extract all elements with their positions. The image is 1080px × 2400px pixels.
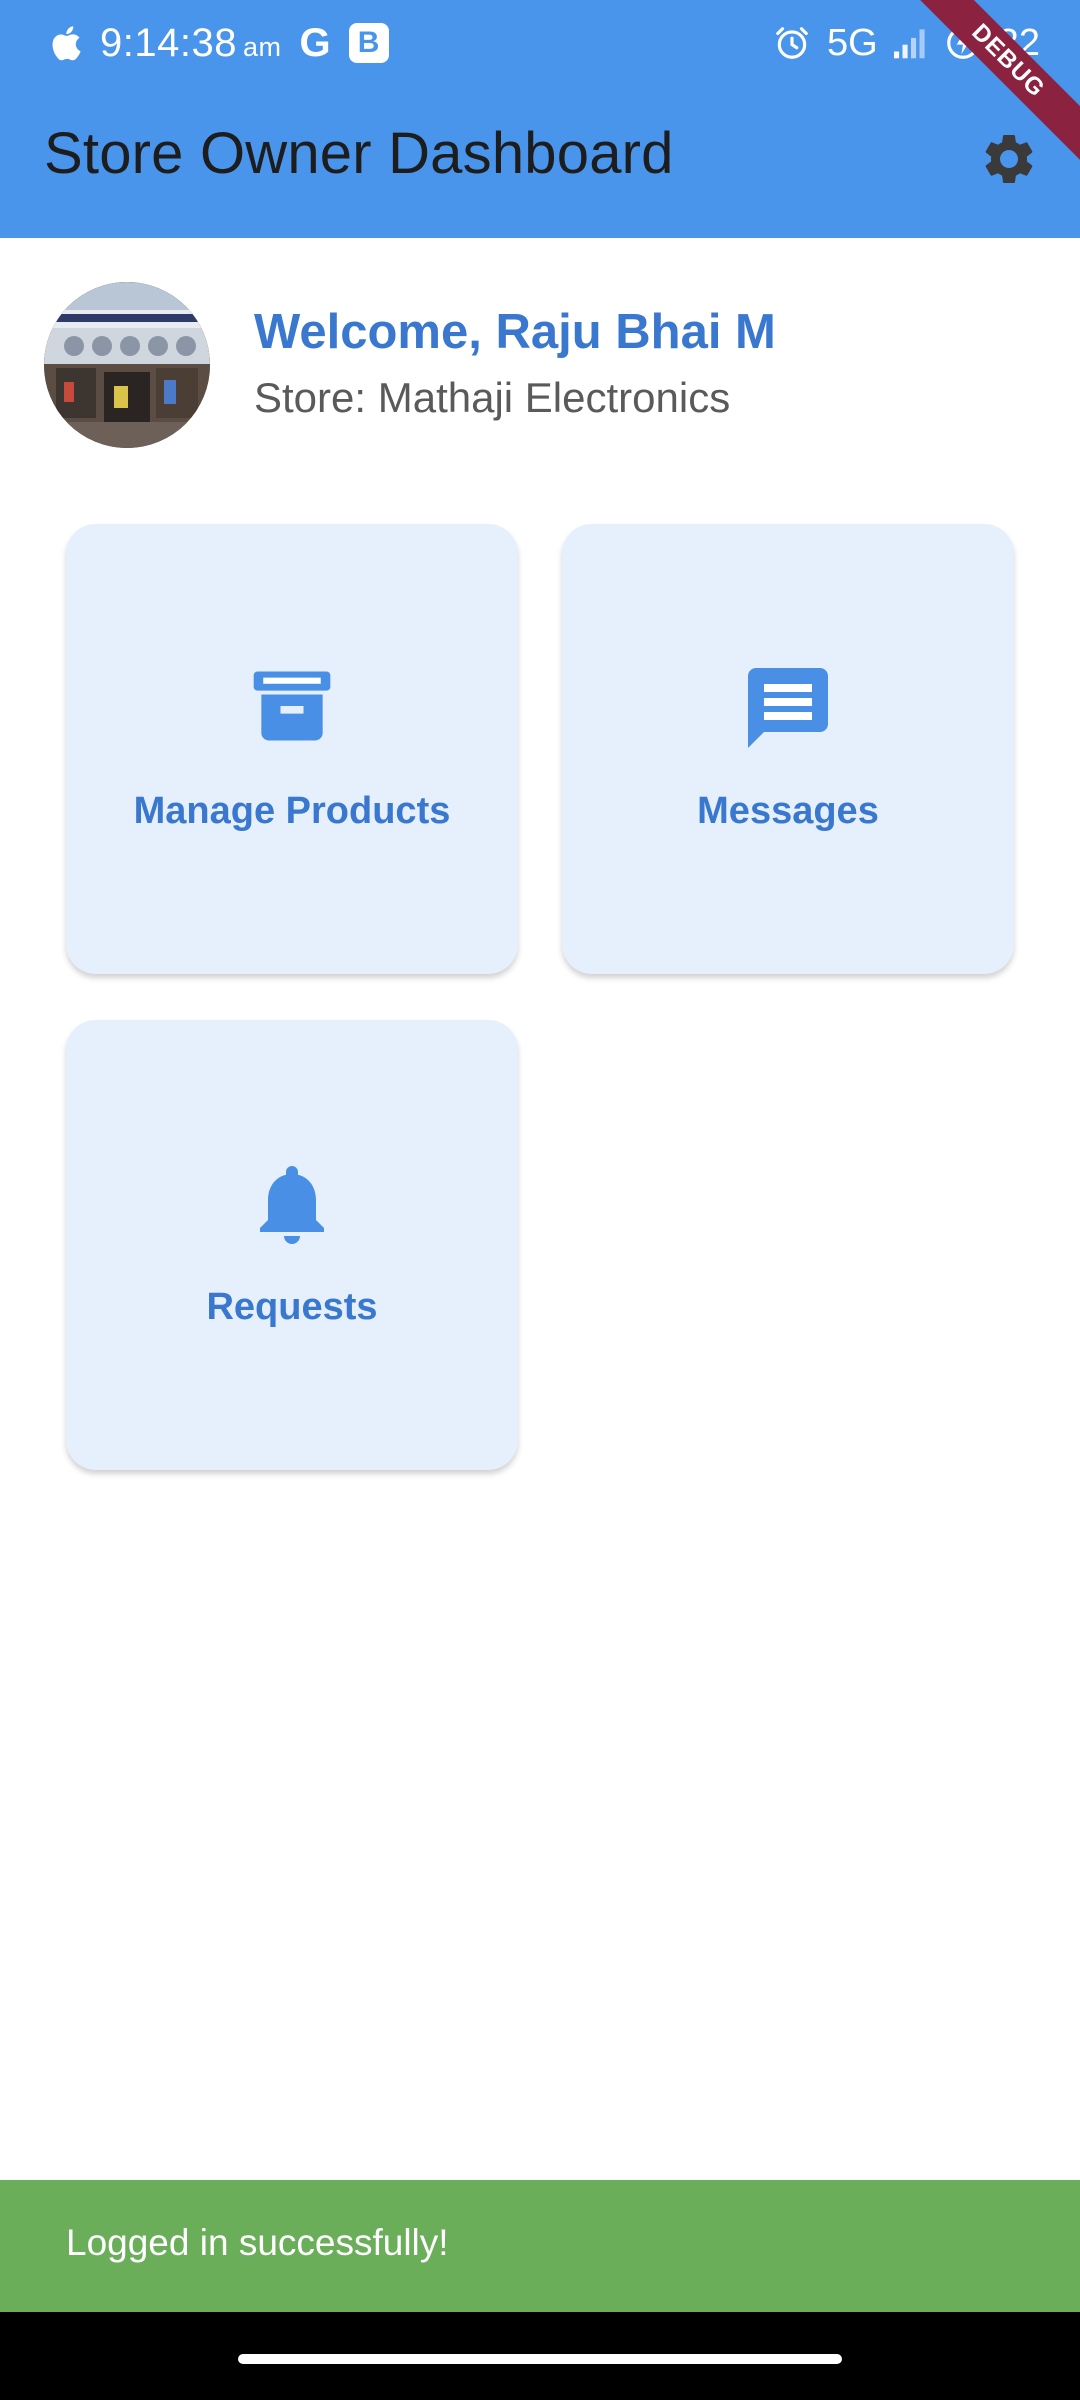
battery-saver-icon [944, 24, 982, 62]
apple-icon [48, 23, 82, 63]
tile-label: Messages [697, 790, 879, 832]
message-icon [748, 668, 828, 748]
requests-tile[interactable]: Requests [66, 1020, 518, 1470]
network-type: 5G [827, 21, 878, 64]
screen: 9:14:38 am G B 5G 32 Store Owner Dashboa… [0, 0, 1080, 2400]
bell-icon [260, 1166, 324, 1244]
avatar[interactable] [44, 282, 210, 448]
profile-header: Welcome, Raju Bhai M Store: Mathaji Elec… [44, 282, 1034, 448]
store-photo [44, 282, 210, 448]
tile-icon-wrap [66, 660, 518, 760]
home-gesture-handle[interactable] [238, 2354, 842, 2364]
gesture-nav-bar [0, 2312, 1080, 2400]
store-name: Store: Mathaji Electronics [254, 374, 731, 421]
status-bar: 9:14:38 am G B 5G 32 [0, 0, 1080, 84]
status-time: 9:14:38 am [100, 20, 282, 65]
status-left: 9:14:38 am G B [48, 18, 389, 68]
google-icon: G [299, 20, 331, 65]
status-right: 5G 32 [773, 18, 1040, 68]
tile-icon-wrap [562, 660, 1014, 760]
page-title: Store Owner Dashboard [44, 121, 674, 186]
tile-label: Requests [206, 1286, 378, 1328]
archive-icon [253, 671, 331, 741]
messages-tile[interactable]: Messages [562, 524, 1014, 974]
alarm-icon [773, 24, 811, 62]
welcome-text: Welcome, Raju Bhai M [254, 305, 776, 359]
gear-icon [985, 135, 1033, 183]
b-app-icon: B [348, 23, 389, 63]
settings-button[interactable] [974, 124, 1044, 194]
battery-level: 32 [997, 21, 1040, 64]
manage-products-tile[interactable]: Manage Products [66, 524, 518, 974]
snackbar-message: Logged in successfully! [66, 2222, 449, 2263]
snackbar: Logged in successfully! [0, 2180, 1080, 2312]
signal-icon [893, 27, 928, 59]
tile-label: Manage Products [133, 790, 451, 832]
app-bar: 9:14:38 am G B 5G 32 Store Owner Dashboa… [0, 0, 1080, 238]
tile-icon-wrap [66, 1156, 518, 1256]
